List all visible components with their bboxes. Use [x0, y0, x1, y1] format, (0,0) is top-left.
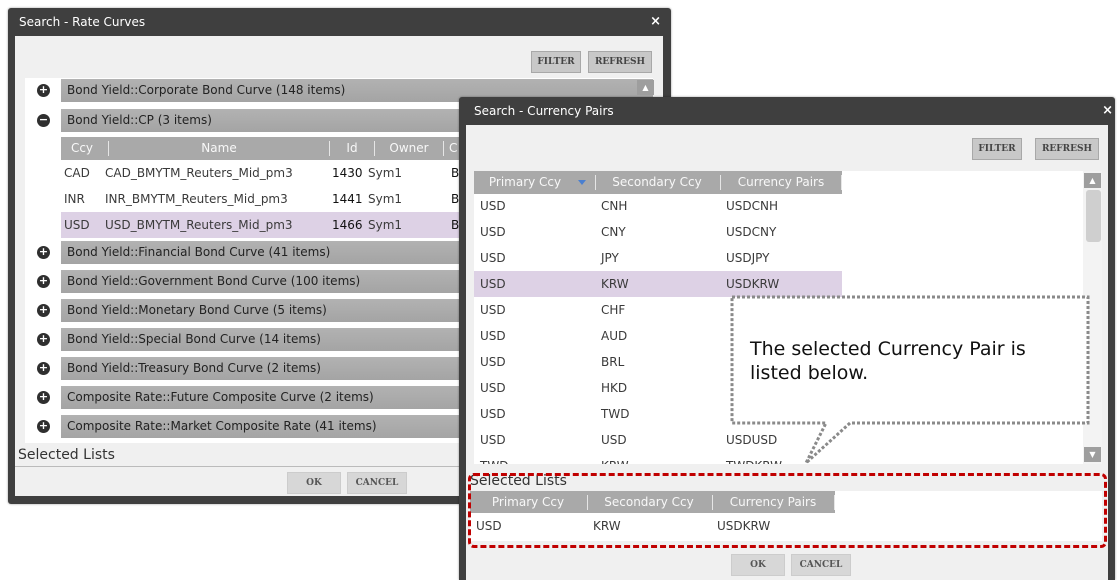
cell-name: CAD_BMYTM_Reuters_Mid_pm3 [105, 166, 293, 180]
table-row[interactable]: TWD KRW TWDKRW [474, 453, 842, 464]
currency-pairs-title: Search - Currency Pairs [474, 104, 614, 118]
cell-primary: USD [480, 329, 506, 343]
scroll-down-arrow-icon[interactable]: ▼ [1084, 447, 1101, 462]
expand-icon[interactable]: + [37, 391, 50, 404]
cell-id: 1466 [332, 218, 363, 232]
selected-lists-highlight [468, 473, 1107, 548]
rate-curves-title: Search - Rate Curves [19, 15, 146, 29]
cell-primary: USD [480, 199, 506, 213]
expand-icon[interactable]: + [37, 275, 50, 288]
cell-primary: USD [480, 251, 506, 265]
table-row[interactable]: USD CNY USDCNY [474, 219, 842, 245]
col-currency-pairs[interactable]: Currency Pairs [721, 171, 841, 194]
cell-id: 1430 [332, 166, 363, 180]
expand-icon[interactable]: + [37, 362, 50, 375]
cell-secondary: BRL [601, 355, 625, 369]
currency-refresh-button[interactable]: REFRESH [1035, 138, 1099, 160]
table-row-selected[interactable]: USD KRW USDKRW [474, 271, 842, 297]
cell-pair: USDCNY [726, 225, 777, 239]
cell-pair: USDJPY [726, 251, 770, 265]
col-ccy[interactable]: Ccy [61, 137, 103, 160]
cell-secondary: CNH [601, 199, 628, 213]
cell-owner: Sym1 [368, 166, 403, 180]
rate-curves-close-icon[interactable]: × [650, 8, 661, 36]
rate-filter-button[interactable]: FILTER [531, 51, 581, 73]
currency-cancel-button[interactable]: CANCEL [791, 554, 851, 576]
expand-icon[interactable]: + [37, 304, 50, 317]
rate-selected-lists-label: Selected Lists [18, 447, 115, 463]
callout-text: The selected Currency Pair is listed bel… [750, 337, 1085, 385]
scroll-up-arrow-icon[interactable]: ▲ [1084, 173, 1101, 188]
cell-ccy: CAD [64, 166, 90, 180]
col-owner[interactable]: Owner [375, 137, 443, 160]
sort-desc-icon[interactable] [578, 180, 586, 185]
cell-pair: USDKRW [726, 277, 780, 291]
cell-owner: Sym1 [368, 218, 403, 232]
expand-icon[interactable]: + [37, 84, 50, 97]
expand-icon[interactable]: + [37, 246, 50, 259]
cell-secondary: JPY [601, 251, 619, 265]
col-sep [841, 175, 842, 190]
col-name[interactable]: Name [109, 137, 329, 160]
expand-icon[interactable]: + [37, 333, 50, 346]
col-id[interactable]: Id [330, 137, 374, 160]
currency-pairs-close-icon[interactable]: × [1102, 97, 1113, 125]
currency-pairs-grid: Primary Ccy Secondary Ccy Currency Pairs… [474, 171, 1102, 464]
cell-pair: USDUSD [726, 433, 778, 447]
cell-primary: USD [480, 381, 506, 395]
cell-pair: USDCNH [726, 199, 779, 213]
col-primary-ccy[interactable]: Primary Ccy [474, 171, 576, 194]
cell-primary: USD [480, 303, 506, 317]
rate-ok-button[interactable]: OK [287, 472, 341, 494]
cell-secondary: KRW [601, 453, 629, 464]
cell-primary: USD [480, 407, 506, 421]
scroll-up-arrow-icon[interactable]: ▲ [637, 80, 654, 95]
cell-name: USD_BMYTM_Reuters_Mid_pm3 [105, 218, 293, 232]
cell-pair: TWDKRW [726, 453, 782, 464]
cell-secondary: KRW [601, 277, 629, 291]
cell-secondary: CNY [601, 225, 626, 239]
table-row[interactable]: USD TWD [474, 401, 842, 427]
expand-icon[interactable]: + [37, 420, 50, 433]
cell-secondary: USD [601, 433, 627, 447]
cell-primary: USD [480, 225, 506, 239]
rate-cancel-button[interactable]: CANCEL [347, 472, 407, 494]
callout-line-2: listed below. [750, 362, 869, 384]
currency-filter-button[interactable]: FILTER [972, 138, 1022, 160]
cell-owner: Sym1 [368, 192, 403, 206]
cell-secondary: AUD [601, 329, 628, 343]
callout-line-1: The selected Currency Pair is [750, 338, 1026, 360]
cell-primary: USD [480, 355, 506, 369]
table-row[interactable]: USD USD USDUSD [474, 427, 842, 453]
table-row[interactable]: USD CNH USDCNH [474, 193, 842, 219]
col-secondary-ccy[interactable]: Secondary Ccy [596, 171, 718, 194]
cell-primary: USD [480, 433, 506, 447]
cell-secondary: TWD [601, 407, 630, 421]
cell-primary: TWD [480, 453, 508, 464]
collapse-icon[interactable]: − [37, 114, 50, 127]
cell-secondary: HKD [601, 381, 628, 395]
table-row[interactable]: USD JPY USDJPY [474, 245, 842, 271]
table-row[interactable]: USD CHF [474, 297, 842, 323]
rate-refresh-button[interactable]: REFRESH [588, 51, 652, 73]
currency-ok-button[interactable]: OK [731, 554, 785, 576]
cell-ccy: USD [64, 218, 90, 232]
cell-name: INR_BMYTM_Reuters_Mid_pm3 [105, 192, 288, 206]
col-sep [443, 141, 444, 156]
scrollbar-thumb[interactable] [1086, 190, 1101, 242]
currency-column-header: Primary Ccy Secondary Ccy Currency Pairs [474, 171, 842, 194]
cell-ccy: INR [64, 192, 85, 206]
cell-primary: USD [480, 277, 506, 291]
cell-secondary: CHF [601, 303, 626, 317]
cell-id: 1441 [332, 192, 363, 206]
